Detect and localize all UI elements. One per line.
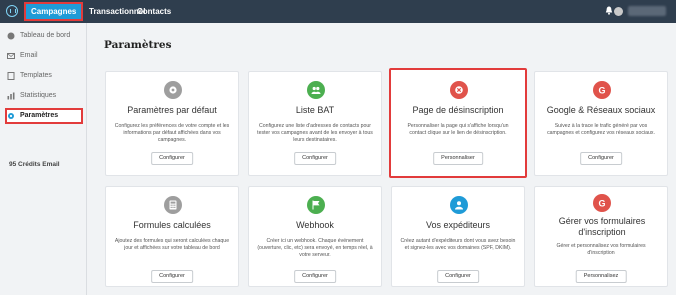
card-description: Créez autant d'expéditeurs dont vous ave… [400, 238, 516, 251]
avatar[interactable] [614, 7, 623, 16]
configurer-button[interactable]: Configurer [580, 152, 622, 165]
card-description: Créer ici un webhook. Chaque événement (… [257, 238, 373, 258]
card-gerer-formulaires: G Gérer vos formulaires d'inscription Gé… [534, 186, 668, 287]
card-title: Gérer vos formulaires d'inscription [558, 216, 646, 237]
app-logo-icon[interactable] [6, 5, 18, 17]
card-parametres-par-defaut: Paramètres par défaut Configurez les pré… [105, 71, 239, 176]
bell-icon[interactable] [605, 6, 613, 15]
close-circle-icon [450, 81, 468, 99]
card-title: Formules calculées [133, 220, 211, 230]
tab-campagnes[interactable]: Campagnes [24, 2, 84, 21]
email-credits: 95 Crédits Email [9, 161, 60, 168]
sidebar-item-statistiques[interactable]: Statistiques [5, 88, 83, 104]
card-liste-bat: Liste BAT Configurez une liste d'adresse… [248, 71, 382, 176]
email-icon [7, 53, 15, 59]
card-title: Liste BAT [295, 105, 335, 115]
sidebar-item-label: Tableau de bord [20, 32, 71, 39]
card-vos-expediteurs: Vos expéditeurs Créez autant d'expéditeu… [391, 186, 525, 287]
card-title: Google & Réseaux sociaux [546, 105, 656, 115]
page-title: Paramètres [104, 39, 172, 51]
configurer-button[interactable]: Configurer [294, 270, 336, 283]
gear-icon [164, 81, 182, 99]
configurer-button[interactable]: Configurer [151, 270, 193, 283]
configurer-button[interactable]: Configurer [294, 152, 336, 165]
user-icon [450, 196, 468, 214]
sidebar: Tableau de bord Email Templates Statisti… [0, 23, 87, 295]
sidebar-item-label: Paramètres [20, 112, 59, 119]
google-icon: G [593, 81, 611, 99]
card-description: Ajoutez des formules qui seront calculée… [114, 238, 230, 251]
users-icon [307, 81, 325, 99]
card-description: Configurez une liste d'adresses de conta… [257, 123, 373, 143]
card-description: Configurez les préférences de votre comp… [114, 123, 230, 143]
dashboard-icon [7, 32, 15, 40]
personnaliser-button[interactable]: Personnaliser [433, 152, 483, 165]
gear-icon [8, 113, 14, 119]
sidebar-item-parametres[interactable]: Paramètres [5, 108, 83, 124]
card-description: Personnaliser la page qui s'affiche lors… [407, 123, 509, 136]
configurer-button[interactable]: Configurer [151, 152, 193, 165]
card-title: Webhook [296, 220, 334, 230]
calculator-icon [164, 196, 182, 214]
google-icon: G [593, 194, 611, 212]
template-icon [7, 72, 15, 80]
personnalisez-button[interactable]: Personnalisez [575, 270, 627, 283]
svg-text:G: G [598, 85, 605, 95]
svg-text:G: G [598, 198, 605, 208]
card-description: Gérer et personnalisez vos formulaires d… [556, 243, 646, 256]
stats-icon [7, 92, 15, 100]
card-webhook: Webhook Créer ici un webhook. Chaque évé… [248, 186, 382, 287]
sidebar-item-label: Email [20, 52, 38, 59]
tab-contacts[interactable]: Contacts [132, 2, 176, 21]
card-google-reseaux-sociaux: G Google & Réseaux sociaux Suivez à la t… [534, 71, 668, 176]
card-title: Page de désinscription [412, 105, 504, 115]
sidebar-item-label: Templates [20, 72, 52, 79]
card-formules-calculees: Formules calculées Ajoutez des formules … [105, 186, 239, 287]
sidebar-item-templates[interactable]: Templates [5, 68, 83, 84]
top-navigation-bar: Campagnes Transactionnel Contacts [0, 0, 676, 23]
card-description: Suivez à la trace le trafic généré par v… [547, 123, 655, 136]
user-name-redacted[interactable] [628, 6, 666, 16]
flag-icon [307, 196, 325, 214]
configurer-button[interactable]: Configurer [437, 270, 479, 283]
card-page-de-desinscription: Page de désinscription Personnaliser la … [389, 68, 527, 178]
sidebar-item-email[interactable]: Email [5, 48, 83, 64]
card-title: Paramètres par défaut [127, 105, 217, 115]
card-title: Vos expéditeurs [425, 220, 491, 230]
sidebar-item-tableau-de-bord[interactable]: Tableau de bord [5, 28, 83, 44]
sidebar-item-label: Statistiques [20, 92, 57, 99]
